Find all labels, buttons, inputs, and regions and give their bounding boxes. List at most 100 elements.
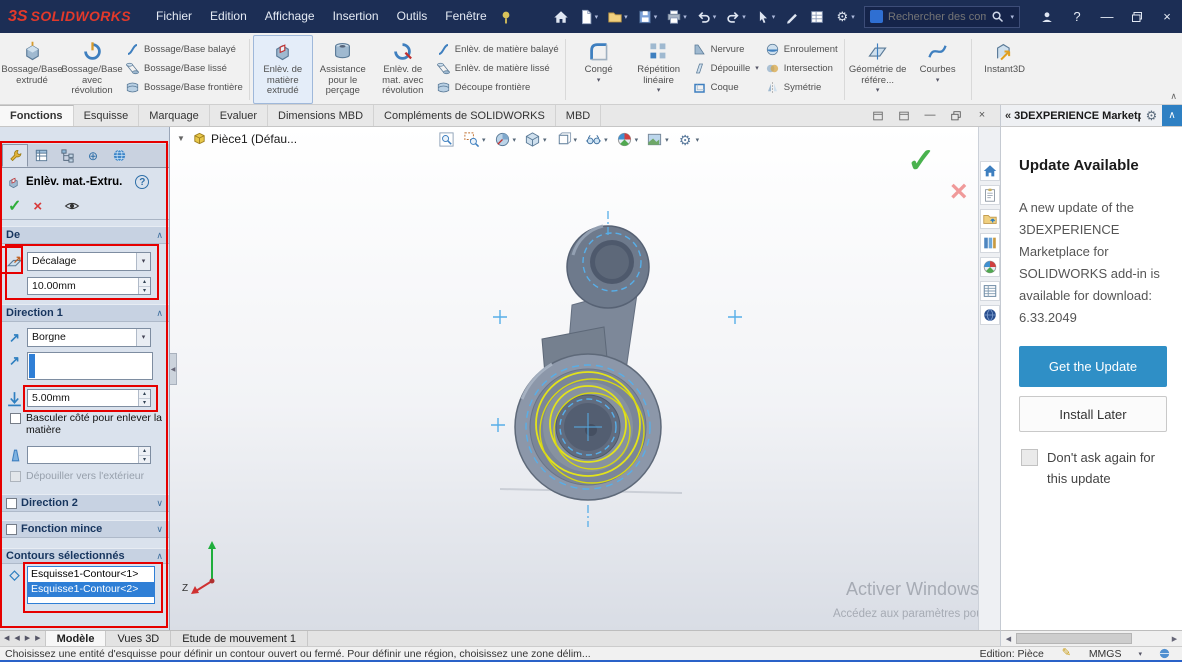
pen-button[interactable] (781, 4, 803, 29)
thin-feature-checkbox[interactable] (6, 524, 17, 535)
checkbox[interactable] (10, 413, 21, 424)
gear-icon[interactable]: ⚙ (1144, 108, 1159, 123)
section-header-de[interactable]: De ∧ (0, 226, 169, 244)
ribbon-button[interactable]: Enlèv. de mat. avec révolution (373, 35, 433, 104)
contour-item[interactable]: Esquisse1-Contour<1> (28, 567, 154, 582)
ribbon-button[interactable]: Intersection (765, 60, 838, 76)
ok-button[interactable]: ✓ (8, 196, 21, 216)
menu-outils[interactable]: Outils (388, 0, 437, 33)
ribbon-button[interactable]: Assistance pour le perçage (313, 35, 373, 104)
pin-icon[interactable] (498, 9, 514, 25)
spinner[interactable]: ▴▾ (138, 447, 150, 463)
ribbon-button[interactable]: Dépouille▾ (692, 60, 759, 76)
ribbon-button[interactable]: Bossage/Base extrudé (2, 35, 62, 104)
install-later-button[interactable]: Install Later (1019, 396, 1167, 432)
tab-fonctions[interactable]: Fonctions (0, 105, 74, 126)
library-button[interactable] (980, 233, 1000, 253)
globe-dark-button[interactable] (980, 305, 1000, 325)
scroll-right-icon[interactable]: ▶ (1167, 635, 1182, 643)
menu-fenêtre[interactable]: Fenêtre (436, 0, 495, 33)
bottom-tab-modèle[interactable]: Modèle (45, 631, 107, 646)
tab-esquisse[interactable]: Esquisse (74, 105, 140, 126)
tile-window-icon[interactable] (898, 110, 910, 122)
caret-down-icon[interactable]: ▾ (1010, 13, 1014, 21)
search-input[interactable] (888, 11, 986, 23)
ribbon-button[interactable]: Bossage/Base frontière (125, 79, 243, 95)
folder-up-button[interactable] (980, 209, 1000, 229)
menu-fichier[interactable]: Fichier (147, 0, 201, 33)
units-label[interactable]: MMGS (1089, 648, 1122, 660)
ribbon-button[interactable]: Nervure (692, 41, 759, 57)
panel-splitter[interactable]: ◀ (170, 353, 177, 385)
pm-tab-3[interactable]: ⊕ (80, 144, 106, 167)
ribbon-button[interactable]: Répétition linéaire▾ (629, 35, 689, 104)
spinner[interactable]: ▴▾ (138, 278, 150, 294)
task-pane-collapse-button[interactable]: ∧ (1162, 105, 1182, 126)
section-view-button[interactable]: ▾ (494, 131, 517, 148)
draft-angle-input[interactable]: ▴▾ (27, 446, 151, 464)
bottom-tab-etude-de-mouvement-1[interactable]: Etude de mouvement 1 (171, 631, 308, 646)
ribbon-button[interactable]: Courbes▾ (908, 35, 968, 104)
ribbon-button[interactable]: Enlèv. de matière lissé (436, 60, 559, 76)
scrollbar-thumb[interactable] (1016, 633, 1132, 644)
ribbon-button[interactable]: Congé▾ (569, 35, 629, 104)
ribbon-button[interactable]: Enlèv. de matière extrudé (253, 35, 313, 104)
ribbon-button[interactable]: Bossage/Base lissé (125, 60, 243, 76)
view-settings-button[interactable]: ⚙▾ (677, 131, 700, 148)
select-button[interactable]: ▾ (752, 4, 779, 29)
print-button[interactable]: ▾ (663, 4, 690, 29)
open-document-button[interactable]: ▾ (604, 4, 631, 29)
ribbon-button[interactable]: Symétrie (765, 79, 838, 95)
help-button[interactable]: ? (1062, 0, 1092, 33)
dont-ask-checkbox-row[interactable]: Don't ask again for this update (1021, 447, 1177, 489)
section-header-direction1[interactable]: Direction 1 ∧ (0, 304, 169, 322)
tab-mbd[interactable]: MBD (556, 105, 601, 126)
confirm-ok-button[interactable]: ✓ (907, 141, 936, 181)
contour-list[interactable]: Esquisse1-Contour<1>Esquisse1-Contour<2> (27, 566, 155, 604)
tab-compléments-de-solidworks[interactable]: Compléments de SOLIDWORKS (374, 105, 556, 126)
zoom-fit-button[interactable] (438, 131, 455, 148)
menu-insertion[interactable]: Insertion (324, 0, 388, 33)
depth-input[interactable]: 5.00mm ▴▾ (27, 389, 151, 407)
pm-tab-4[interactable] (106, 144, 132, 167)
ribbon-button[interactable]: Coque (692, 79, 759, 95)
pm-tab-1[interactable] (28, 144, 54, 167)
first-tab-icon[interactable]: ◀ (4, 635, 9, 642)
close-button[interactable]: × (1152, 0, 1182, 33)
feature-tree-flyout[interactable]: ▼ Pièce1 (Défau... (174, 131, 297, 146)
collapse-panel-icon[interactable]: « (1005, 110, 1011, 122)
scroll-left-icon[interactable]: ◀ (1001, 635, 1016, 643)
sheet-button[interactable] (806, 4, 828, 29)
graphics-viewport[interactable]: ▼ Pièce1 (Défau... ▾▾▾▾▾▾▾⚙▾ ✓ × Z ◀ Act… (170, 127, 978, 630)
clipboard-button[interactable] (980, 185, 1000, 205)
menu-affichage[interactable]: Affichage (256, 0, 324, 33)
sketch-pencil-icon[interactable]: ✎ (1060, 647, 1073, 660)
display-style-button[interactable]: ▾ (555, 131, 578, 148)
ribbon-button[interactable]: Bossage/Base balayé (125, 41, 243, 57)
tab-dimensions-mbd[interactable]: Dimensions MBD (268, 105, 374, 126)
scene-button[interactable]: ▾ (646, 131, 669, 148)
ribbon-button[interactable]: Enlèv. de matière balayé (436, 41, 559, 57)
3d-model[interactable] (170, 127, 978, 630)
part-name[interactable]: Pièce1 (Défau... (211, 132, 297, 146)
pm-tab-0[interactable] (2, 144, 28, 167)
cancel-button[interactable]: × (33, 198, 42, 215)
section-header-direction2[interactable]: Direction 2 ∨ (0, 494, 169, 512)
properties-button[interactable] (980, 281, 1000, 301)
caret-down-icon[interactable]: ▾ (1138, 650, 1142, 658)
offset-distance-input[interactable]: 10.00mm ▴▾ (27, 277, 151, 295)
get-update-button[interactable]: Get the Update (1019, 346, 1167, 387)
appearance-button[interactable]: ▾ (616, 131, 639, 148)
tab-marquage[interactable]: Marquage (139, 105, 210, 126)
task-pane-scrollbar[interactable]: ◀ ▶ (1000, 630, 1182, 646)
direction-arrow-icon[interactable]: ↗ (6, 329, 23, 346)
restore-button[interactable] (1122, 0, 1152, 33)
search-icon[interactable] (991, 10, 1004, 23)
next-tab-icon[interactable]: ▶ (25, 635, 30, 642)
preview-eye-icon[interactable] (64, 198, 80, 214)
confirm-cancel-button[interactable]: × (950, 175, 968, 209)
start-condition-select[interactable]: Décalage ▾ (27, 252, 151, 271)
doc-restore-icon[interactable] (950, 110, 962, 122)
ribbon-button[interactable]: Géométrie de référe...▾ (848, 35, 908, 104)
hide-show-button[interactable]: ▾ (585, 131, 608, 148)
